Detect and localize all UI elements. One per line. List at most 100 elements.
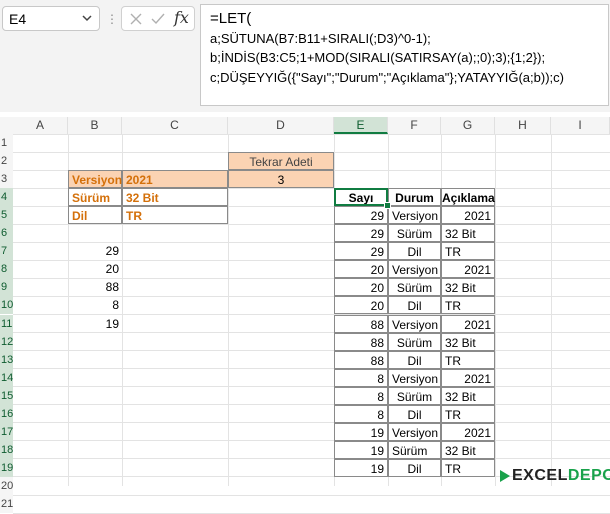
result-sayi-cell[interactable]: 29 (334, 224, 388, 243)
formula-bar[interactable]: =LET( a;SÜTUNA(B7:B11+SIRALI(;D3)^0-1); … (200, 4, 609, 106)
result-durum-cell[interactable]: Versiyon (388, 368, 441, 387)
name-box[interactable]: E4 (2, 6, 100, 31)
result-header[interactable]: Açıklama (441, 188, 495, 207)
result-durum-cell[interactable]: Dil (388, 404, 441, 423)
result-sayi-cell[interactable]: 20 (334, 278, 388, 297)
select-all-corner[interactable] (0, 117, 13, 134)
param-value[interactable]: TR (122, 206, 228, 225)
param-value[interactable]: 32 Bit (122, 188, 228, 207)
more-dots-icon[interactable]: ⋮ (106, 12, 119, 26)
result-durum-cell[interactable]: Sürüm (388, 332, 441, 351)
row-header-18[interactable]: 18 (0, 440, 13, 459)
row-header-3[interactable]: 3 (0, 170, 13, 189)
param-value[interactable]: 2021 (122, 170, 228, 189)
result-aciklama-cell[interactable]: 2021 (441, 206, 495, 225)
row-header-9[interactable]: 9 (0, 278, 13, 297)
column-header-e[interactable]: E (334, 117, 388, 134)
excel-depo-logo: EXCEL DEPO (498, 466, 610, 486)
result-aciklama-cell[interactable]: 2021 (441, 260, 495, 279)
column-header-g[interactable]: G (441, 117, 495, 134)
result-sayi-cell[interactable]: 88 (334, 314, 388, 333)
result-aciklama-cell[interactable]: 32 Bit (441, 278, 495, 297)
result-durum-cell[interactable]: Sürüm (388, 224, 441, 243)
result-sayi-cell[interactable]: 8 (334, 386, 388, 405)
chevron-down-icon[interactable] (81, 10, 93, 26)
param-label[interactable]: Dil (68, 206, 122, 225)
result-durum-cell[interactable]: Versiyon (388, 314, 441, 333)
result-durum-cell[interactable]: Versiyon (388, 206, 441, 225)
row-header-7[interactable]: 7 (0, 242, 13, 261)
row-header-16[interactable]: 16 (0, 404, 13, 423)
number-cell[interactable]: 8 (68, 296, 122, 314)
result-aciklama-cell[interactable]: 2021 (441, 368, 495, 387)
result-durum-cell[interactable]: Versiyon (388, 422, 441, 441)
result-header[interactable]: Durum (388, 188, 441, 207)
result-durum-cell[interactable]: Dil (388, 350, 441, 369)
column-header-b[interactable]: B (68, 117, 122, 134)
result-aciklama-cell[interactable]: 32 Bit (441, 224, 495, 243)
result-aciklama-cell[interactable]: 32 Bit (441, 386, 495, 405)
row-header-13[interactable]: 13 (0, 350, 13, 369)
row-header-6[interactable]: 6 (0, 224, 13, 243)
result-aciklama-cell[interactable]: TR (441, 350, 495, 369)
cancel-icon[interactable] (128, 11, 144, 32)
result-durum-cell[interactable]: Sürüm (388, 440, 441, 459)
row-header-19[interactable]: 19 (0, 458, 13, 477)
param-label[interactable]: Versiyon (68, 170, 122, 189)
result-sayi-cell[interactable]: 19 (334, 440, 388, 459)
row-header-21[interactable]: 21 (0, 495, 13, 514)
number-cell[interactable]: 19 (68, 315, 122, 333)
result-aciklama-cell[interactable]: TR (441, 296, 495, 315)
result-sayi-cell[interactable]: 8 (334, 368, 388, 387)
row-header-8[interactable]: 8 (0, 260, 13, 279)
fill-handle[interactable] (384, 202, 391, 210)
result-sayi-cell[interactable]: 29 (334, 206, 388, 225)
result-sayi-cell[interactable]: 8 (334, 404, 388, 423)
result-sayi-cell[interactable]: 88 (334, 350, 388, 369)
column-header-a[interactable]: A (13, 117, 68, 134)
result-sayi-cell[interactable]: 20 (334, 260, 388, 279)
result-aciklama-cell[interactable]: 32 Bit (441, 332, 495, 351)
result-sayi-cell[interactable]: 20 (334, 296, 388, 315)
insert-function-icon[interactable]: fx (174, 8, 189, 27)
row-header-2[interactable]: 2 (0, 152, 13, 171)
column-header-f[interactable]: F (388, 117, 441, 134)
gridline (13, 386, 610, 388)
row-header-4[interactable]: 4 (0, 188, 13, 207)
result-durum-cell[interactable]: Dil (388, 296, 441, 315)
column-header-h[interactable]: H (495, 117, 551, 134)
result-durum-cell[interactable]: Dil (388, 458, 441, 477)
row-header-12[interactable]: 12 (0, 332, 13, 351)
result-aciklama-cell[interactable]: TR (441, 458, 495, 477)
result-durum-cell[interactable]: Versiyon (388, 260, 441, 279)
row-header-5[interactable]: 5 (0, 206, 13, 225)
result-durum-cell[interactable]: Sürüm (388, 386, 441, 405)
row-header-11[interactable]: 11 (0, 314, 13, 333)
result-sayi-cell[interactable]: 88 (334, 332, 388, 351)
result-aciklama-cell[interactable]: 2021 (441, 422, 495, 441)
result-aciklama-cell[interactable]: 32 Bit (441, 440, 495, 459)
number-cell[interactable]: 88 (68, 278, 122, 296)
result-durum-cell[interactable]: Dil (388, 242, 441, 261)
result-aciklama-cell[interactable]: TR (441, 404, 495, 423)
row-header-10[interactable]: 10 (0, 296, 13, 315)
number-cell[interactable]: 29 (68, 242, 122, 260)
column-header-i[interactable]: I (551, 117, 610, 134)
row-header-1[interactable]: 1 (0, 134, 13, 153)
enter-check-icon[interactable] (150, 11, 166, 32)
row-header-14[interactable]: 14 (0, 368, 13, 387)
number-cell[interactable]: 20 (68, 260, 122, 278)
row-header-15[interactable]: 15 (0, 386, 13, 405)
tekrar-value[interactable]: 3 (228, 170, 334, 189)
param-label[interactable]: Sürüm (68, 188, 122, 207)
result-durum-cell[interactable]: Sürüm (388, 278, 441, 297)
result-sayi-cell[interactable]: 29 (334, 242, 388, 261)
column-header-d[interactable]: D (228, 117, 334, 134)
active-cell-outline[interactable] (334, 188, 388, 207)
result-aciklama-cell[interactable]: TR (441, 242, 495, 261)
result-aciklama-cell[interactable]: 2021 (441, 314, 495, 333)
result-sayi-cell[interactable]: 19 (334, 458, 388, 477)
row-header-17[interactable]: 17 (0, 422, 13, 441)
column-header-c[interactable]: C (122, 117, 228, 134)
result-sayi-cell[interactable]: 19 (334, 422, 388, 441)
